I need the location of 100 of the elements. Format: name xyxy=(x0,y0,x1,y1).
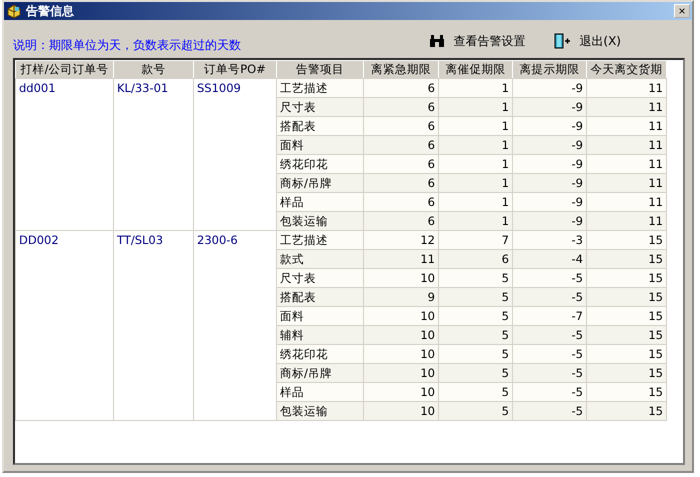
column-header[interactable]: 告警项目 xyxy=(276,60,364,78)
table-cell: 样品 xyxy=(276,382,364,402)
table-cell: 15 xyxy=(586,230,666,250)
table-cell: -9 xyxy=(512,174,586,192)
table-cell: 5 xyxy=(438,382,512,402)
table-cell: 10 xyxy=(364,306,438,326)
toolbar-button[interactable]: 查看告警设置 xyxy=(425,30,530,52)
table-cell: -5 xyxy=(512,402,586,420)
table-cell: 绣花印花 xyxy=(276,344,364,364)
table-cell: 1 xyxy=(438,154,512,174)
table-cell: 2300-6 xyxy=(194,230,276,420)
table-cell: 10 xyxy=(364,268,438,288)
table-cell: 6 xyxy=(364,98,438,116)
table-cell: 6 xyxy=(364,116,438,136)
table-cell: 6 xyxy=(364,212,438,230)
table-cell: 1 xyxy=(438,136,512,154)
table-cell: 10 xyxy=(364,364,438,382)
table-cell: 商标/吊牌 xyxy=(276,364,364,382)
table-cell: -9 xyxy=(512,212,586,230)
table-cell: 6 xyxy=(364,154,438,174)
table-cell: 6 xyxy=(364,192,438,212)
table-cell: SS1009 xyxy=(194,78,276,230)
table-cell: 商标/吊牌 xyxy=(276,174,364,192)
toolbar-button[interactable]: 退出(X) xyxy=(549,30,625,52)
column-header[interactable]: 离提示期限 xyxy=(512,60,586,78)
table-cell: 7 xyxy=(438,230,512,250)
table-cell: 面料 xyxy=(276,136,364,154)
table-cell: 尺寸表 xyxy=(276,268,364,288)
table-cell: -5 xyxy=(512,326,586,344)
table-cell: dd001 xyxy=(16,78,114,230)
table-cell: 11 xyxy=(586,212,666,230)
table-cell: 10 xyxy=(364,382,438,402)
table-cell: TT/SL03 xyxy=(114,230,194,420)
table-cell: 1 xyxy=(438,98,512,116)
table-cell: 11 xyxy=(586,192,666,212)
note-text: 说明：期限单位为天，负数表示超过的天数 xyxy=(13,37,241,54)
table-cell: 1 xyxy=(438,174,512,192)
table-cell: 绣花印花 xyxy=(276,154,364,174)
table-cell: 1 xyxy=(438,212,512,230)
table-cell: 1 xyxy=(438,78,512,98)
table-cell: 11 xyxy=(586,136,666,154)
table-cell: -9 xyxy=(512,192,586,212)
table-cell: 10 xyxy=(364,326,438,344)
column-header[interactable]: 款号 xyxy=(114,60,194,78)
table-cell: 搭配表 xyxy=(276,116,364,136)
table-cell: 工艺描述 xyxy=(276,230,364,250)
table-cell: 12 xyxy=(364,230,438,250)
binoculars-icon xyxy=(429,34,446,48)
table-cell: 15 xyxy=(586,382,666,402)
table-cell: 11 xyxy=(586,116,666,136)
table-cell: 15 xyxy=(586,268,666,288)
door-icon xyxy=(553,33,572,49)
table-cell: 11 xyxy=(586,78,666,98)
table-cell: 包装运输 xyxy=(276,212,364,230)
table-cell: -9 xyxy=(512,116,586,136)
column-header[interactable]: 订单号PO# xyxy=(194,60,276,78)
table-cell: 11 xyxy=(586,98,666,116)
table-cell: -3 xyxy=(512,230,586,250)
table-cell: 9 xyxy=(364,288,438,306)
window-title: 告警信息 xyxy=(26,2,75,20)
table-cell: -5 xyxy=(512,344,586,364)
column-header[interactable]: 今天离交货期 xyxy=(586,60,666,78)
table-cell: 15 xyxy=(586,344,666,364)
table-cell: 5 xyxy=(438,402,512,420)
column-header[interactable]: 离催促期限 xyxy=(438,60,512,78)
close-button[interactable]: × xyxy=(674,4,690,18)
table-cell: 工艺描述 xyxy=(276,78,364,98)
table-cell: 15 xyxy=(586,402,666,420)
table-cell: -4 xyxy=(512,250,586,268)
table-cell: 15 xyxy=(586,250,666,268)
table-cell: 11 xyxy=(586,174,666,192)
table-cell: -7 xyxy=(512,306,586,326)
table-cell: 15 xyxy=(586,306,666,326)
table-cell: 10 xyxy=(364,402,438,420)
table-cell: 15 xyxy=(586,364,666,382)
table-cell: 样品 xyxy=(276,192,364,212)
table-cell: -5 xyxy=(512,364,586,382)
table-cell: 11 xyxy=(586,154,666,174)
table-cell: 1 xyxy=(438,116,512,136)
table-cell: -9 xyxy=(512,136,586,154)
column-header[interactable]: 打样/公司订单号 xyxy=(16,60,114,78)
table-cell: -9 xyxy=(512,98,586,116)
table-cell: 辅料 xyxy=(276,326,364,344)
table-cell: 面料 xyxy=(276,306,364,326)
table-cell: 6 xyxy=(364,174,438,192)
table-cell: 6 xyxy=(364,78,438,98)
table-cell: 6 xyxy=(438,250,512,268)
table-cell: -5 xyxy=(512,288,586,306)
table-cell: 15 xyxy=(586,326,666,344)
column-header[interactable]: 离紧急期限 xyxy=(364,60,438,78)
table-cell: 1 xyxy=(438,192,512,212)
table-cell: 5 xyxy=(438,288,512,306)
table-cell: 6 xyxy=(364,136,438,154)
table-cell: -5 xyxy=(512,268,586,288)
table-cell: 5 xyxy=(438,364,512,382)
table-cell: 款式 xyxy=(276,250,364,268)
table-cell: KL/33-01 xyxy=(114,78,194,230)
table-cell: -9 xyxy=(512,154,586,174)
table-cell: 10 xyxy=(364,344,438,364)
table-cell: 包装运输 xyxy=(276,402,364,420)
